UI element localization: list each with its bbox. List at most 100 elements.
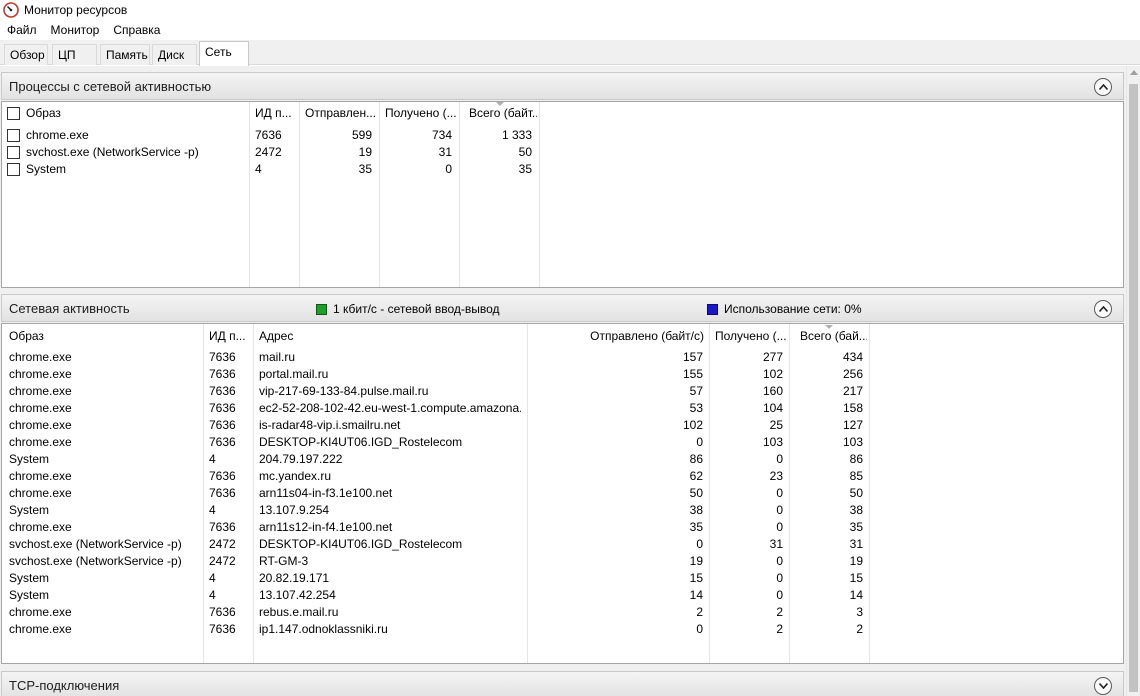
column-header-pid[interactable]: ИД п... — [255, 105, 297, 122]
column-header-image[interactable]: Образ — [9, 328, 199, 345]
connection-image: chrome.exe — [9, 622, 72, 636]
network-io-legend: 1 кбит/с - сетевой ввод-вывод — [316, 302, 500, 316]
connection-pid: 7636 — [209, 384, 236, 398]
processes-section-header[interactable]: Процессы с сетевой активностью — [1, 72, 1124, 100]
chevron-up-icon — [1098, 306, 1108, 312]
connection-address: 13.107.42.254 — [259, 588, 336, 602]
connection-sent: 50 — [689, 486, 703, 500]
connection-address: rebus.e.mail.ru — [259, 605, 339, 619]
resource-monitor-icon — [3, 2, 19, 18]
connection-received: 0 — [776, 452, 783, 466]
menu-help[interactable]: Справка — [113, 23, 160, 37]
row-checkbox[interactable] — [7, 129, 20, 142]
tab-cpu[interactable]: ЦП — [52, 44, 97, 65]
connection-address: ip1.147.odnoklassniki.ru — [259, 622, 388, 636]
table-row[interactable]: chrome.exe 7636 vip-217-69-133-84.pulse.ma… — [2, 383, 1123, 400]
table-row[interactable]: chrome.exe 7636 rebus.e.mail.ru 2 2 3 — [2, 604, 1123, 621]
connection-pid: 7636 — [209, 350, 236, 364]
tab-overview[interactable]: Обзор — [4, 44, 48, 65]
table-row[interactable]: chrome.exe 7636 599 734 1 333 — [2, 127, 1123, 144]
tab-memory[interactable]: Память — [100, 44, 150, 65]
tcp-section-title: TCP-подключения — [9, 678, 120, 693]
connection-total: 19 — [849, 554, 863, 568]
network-collapse-button[interactable] — [1094, 300, 1112, 318]
chevron-down-icon — [1098, 683, 1108, 689]
table-row[interactable]: chrome.exe 7636 is-radar48-vip.i.smailru.n… — [2, 417, 1123, 434]
column-header-total[interactable]: Всего (бай... — [800, 328, 867, 345]
table-row[interactable]: svchost.exe (NetworkService -p) 2472 DESKT… — [2, 536, 1123, 553]
connection-address: portal.mail.ru — [259, 367, 329, 381]
connection-sent: 38 — [689, 503, 703, 517]
connection-image: System — [9, 503, 50, 517]
network-section-header[interactable]: Сетевая активность 1 кбит/с - сетевой вв… — [1, 294, 1124, 322]
connection-pid: 2472 — [209, 554, 236, 568]
table-row[interactable]: svchost.exe (NetworkService -p) 2472 RT-GM… — [2, 553, 1123, 570]
connection-image: System — [9, 588, 50, 602]
table-row[interactable]: System 4 13.107.42.254 14 0 14 — [2, 587, 1123, 604]
select-all-checkbox[interactable] — [7, 107, 20, 120]
connection-received: 103 — [762, 435, 783, 449]
green-square-icon — [316, 303, 327, 315]
tab-bar: Обзор ЦП Память Диск Сеть — [0, 40, 1140, 66]
scroll-up-icon[interactable] — [1130, 70, 1138, 75]
connection-pid: 7636 — [209, 367, 236, 381]
table-row[interactable]: System 4 13.107.9.254 38 0 38 — [2, 502, 1123, 519]
table-row[interactable]: chrome.exe 7636 mail.ru 157 277 434 — [2, 349, 1123, 366]
table-row[interactable]: System 4 204.79.197.222 86 0 86 — [2, 451, 1123, 468]
connection-pid: 7636 — [209, 486, 236, 500]
column-header-address[interactable]: Адрес — [259, 328, 519, 345]
column-header-sent[interactable]: Отправлено (байт/с) — [532, 328, 704, 345]
table-row[interactable]: chrome.exe 7636 portal.mail.ru 155 102 256 — [2, 366, 1123, 383]
connection-pid: 7636 — [209, 469, 236, 483]
menu-monitor[interactable]: Монитор — [51, 23, 100, 37]
network-usage-legend: Использование сети: 0% — [707, 302, 862, 316]
connection-image: System — [9, 571, 50, 585]
connection-address: 13.107.9.254 — [259, 503, 330, 517]
connection-total: 217 — [842, 384, 863, 398]
connection-total: 15 — [849, 571, 863, 585]
column-header-received[interactable]: Получено (... — [715, 328, 787, 345]
row-checkbox[interactable] — [7, 163, 20, 176]
table-row[interactable]: svchost.exe (NetworkService -p) 2472 19 … — [2, 144, 1123, 161]
process-image: System — [26, 162, 67, 176]
table-row[interactable]: System 4 35 0 35 — [2, 161, 1123, 178]
column-header-pid[interactable]: ИД п... — [209, 328, 251, 345]
connection-received: 2 — [776, 605, 783, 619]
column-header-image[interactable]: Образ — [26, 105, 226, 122]
tcp-expand-button[interactable] — [1094, 677, 1112, 695]
processes-collapse-button[interactable] — [1094, 78, 1112, 96]
blue-square-icon — [707, 303, 718, 315]
connection-total: 103 — [842, 435, 863, 449]
table-row[interactable]: chrome.exe 7636 mc.yandex.ru 62 23 85 — [2, 468, 1123, 485]
table-row[interactable]: System 4 20.82.19.171 15 0 15 — [2, 570, 1123, 587]
connection-received: 160 — [762, 384, 783, 398]
table-row[interactable]: chrome.exe 7636 ip1.147.odnoklassniki.ru 0 2… — [2, 621, 1123, 638]
table-row[interactable]: chrome.exe 7636 arn11s12-in-f4.1e100.net 35… — [2, 519, 1123, 536]
table-row[interactable]: chrome.exe 7636 ec2-52-208-102-42.eu-west-… — [2, 400, 1123, 417]
table-row[interactable]: chrome.exe 7636 arn11s04-in-f3.1e100.net 50… — [2, 485, 1123, 502]
process-pid: 2472 — [255, 145, 282, 159]
column-header-received[interactable]: Получено (... — [385, 105, 457, 122]
connection-total: 35 — [849, 520, 863, 534]
tcp-section-header[interactable]: TCP-подключения — [1, 671, 1124, 696]
vertical-scrollbar[interactable] — [1126, 66, 1140, 696]
tab-network[interactable]: Сеть — [199, 41, 249, 66]
scroll-thumb[interactable] — [1129, 84, 1138, 692]
menu-file[interactable]: Файл — [7, 23, 37, 37]
column-header-total[interactable]: Всего (байт... — [469, 105, 537, 122]
table-row[interactable]: chrome.exe 7636 DESKTOP-KI4UT06.IGD_Rostel… — [2, 434, 1123, 451]
connection-total: 14 — [849, 588, 863, 602]
process-received: 734 — [431, 128, 452, 142]
tab-disk[interactable]: Диск — [152, 44, 197, 65]
connection-sent: 53 — [689, 401, 703, 415]
connection-pid: 7636 — [209, 435, 236, 449]
column-header-sent[interactable]: Отправлен... — [305, 105, 377, 122]
connection-pid: 4 — [209, 571, 216, 585]
connection-address: arn11s04-in-f3.1e100.net — [259, 486, 393, 500]
connection-sent: 86 — [689, 452, 703, 466]
row-checkbox[interactable] — [7, 146, 20, 159]
connection-sent: 62 — [689, 469, 703, 483]
network-usage-legend-text: Использование сети: 0% — [724, 302, 862, 316]
connection-received: 0 — [776, 503, 783, 517]
connection-received: 102 — [762, 367, 783, 381]
